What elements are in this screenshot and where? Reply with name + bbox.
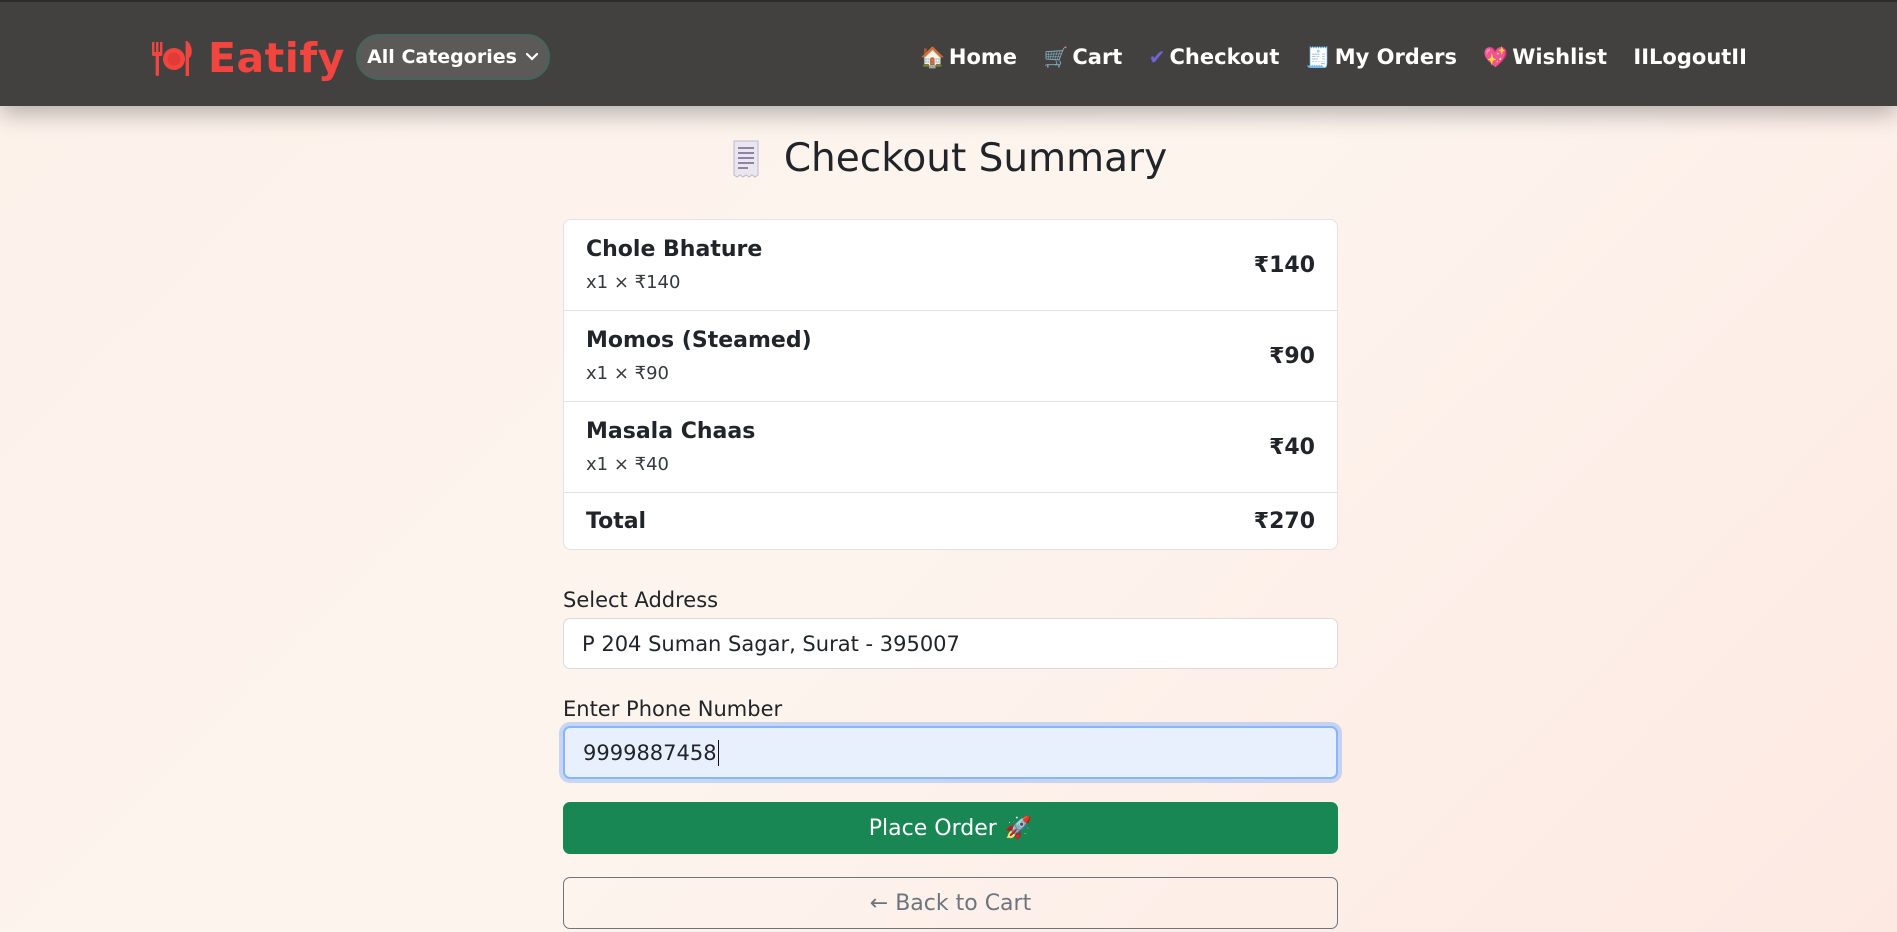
rocket-icon: 🚀 — [1004, 815, 1033, 841]
place-order-label: Place Order — [868, 815, 997, 841]
place-order-button[interactable]: Place Order 🚀 — [563, 802, 1338, 854]
address-label: Select Address — [563, 588, 719, 612]
nav-logout-label: IILogoutII — [1633, 45, 1747, 69]
nav-logout[interactable]: IILogoutII — [1633, 45, 1747, 69]
total-label: Total — [586, 508, 647, 534]
address-value: P 204 Suman Sagar, Surat - 395007 — [582, 631, 960, 656]
brand-logo[interactable]: Eatify — [150, 34, 345, 82]
back-to-cart-label: ← Back to Cart — [869, 890, 1032, 916]
nav-checkout-label: Checkout — [1169, 45, 1280, 69]
brand-name: Eatify — [208, 34, 345, 82]
summary-total-row: Total ₹270 — [564, 493, 1337, 549]
top-navbar: Eatify All Categories 🏠 Home 🛒 Cart ✔ Ch… — [0, 0, 1897, 106]
categories-label: All Categories — [367, 46, 517, 68]
checkmark-icon: ✔ — [1148, 45, 1166, 69]
sparkling-heart-icon: 💖 — [1483, 45, 1509, 69]
nav-home-label: Home — [948, 45, 1018, 69]
cart-icon: 🛒 — [1043, 45, 1069, 69]
receipt-icon — [733, 140, 759, 178]
nav-my-orders[interactable]: 🧾 My Orders — [1306, 45, 1457, 69]
phone-label: Enter Phone Number — [563, 697, 783, 721]
nav-links: 🏠 Home 🛒 Cart ✔ Checkout 🧾 My Orders 💖 W… — [920, 42, 1747, 72]
chevron-down-icon — [525, 52, 539, 61]
plate-cutlery-icon — [152, 41, 192, 76]
total-value: ₹270 — [1253, 508, 1315, 534]
order-summary-list: Chole Bhature x1 × ₹140 ₹140 Momos (Stea… — [563, 219, 1338, 550]
all-categories-dropdown[interactable]: All Categories — [356, 34, 550, 80]
summary-item: Momos (Steamed) x1 × ₹90 ₹90 — [564, 311, 1337, 402]
summary-item: Chole Bhature x1 × ₹140 ₹140 — [564, 220, 1337, 311]
address-select[interactable]: P 204 Suman Sagar, Surat - 395007 — [563, 618, 1338, 669]
item-quantity: x1 × ₹140 — [586, 272, 681, 293]
page-title-text: Checkout Summary — [783, 136, 1168, 181]
item-name: Momos (Steamed) — [586, 328, 812, 353]
nav-my-orders-label: My Orders — [1334, 45, 1457, 69]
item-quantity: x1 × ₹40 — [586, 454, 669, 475]
item-name: Masala Chaas — [586, 419, 756, 444]
item-name: Chole Bhature — [586, 237, 763, 262]
text-caret — [717, 739, 719, 766]
nav-cart[interactable]: 🛒 Cart — [1043, 45, 1122, 69]
item-price: ₹140 — [1253, 252, 1315, 278]
summary-item: Masala Chaas x1 × ₹40 ₹40 — [564, 402, 1337, 493]
item-price: ₹40 — [1269, 434, 1315, 460]
item-quantity: x1 × ₹90 — [586, 363, 669, 384]
receipt-icon: 🧾 — [1305, 45, 1331, 69]
item-price: ₹90 — [1269, 343, 1315, 369]
page-title: Checkout Summary — [0, 136, 1897, 181]
nav-wishlist[interactable]: 💖 Wishlist — [1483, 45, 1607, 69]
phone-value: 9999887458 — [583, 740, 717, 765]
back-to-cart-button[interactable]: ← Back to Cart — [563, 877, 1338, 929]
nav-home[interactable]: 🏠 Home — [920, 45, 1017, 69]
nav-checkout[interactable]: ✔ Checkout — [1149, 45, 1280, 69]
house-icon: 🏠 — [920, 45, 945, 69]
nav-cart-label: Cart — [1072, 45, 1123, 69]
phone-input[interactable]: 9999887458 — [563, 726, 1338, 779]
nav-wishlist-label: Wishlist — [1512, 45, 1608, 69]
